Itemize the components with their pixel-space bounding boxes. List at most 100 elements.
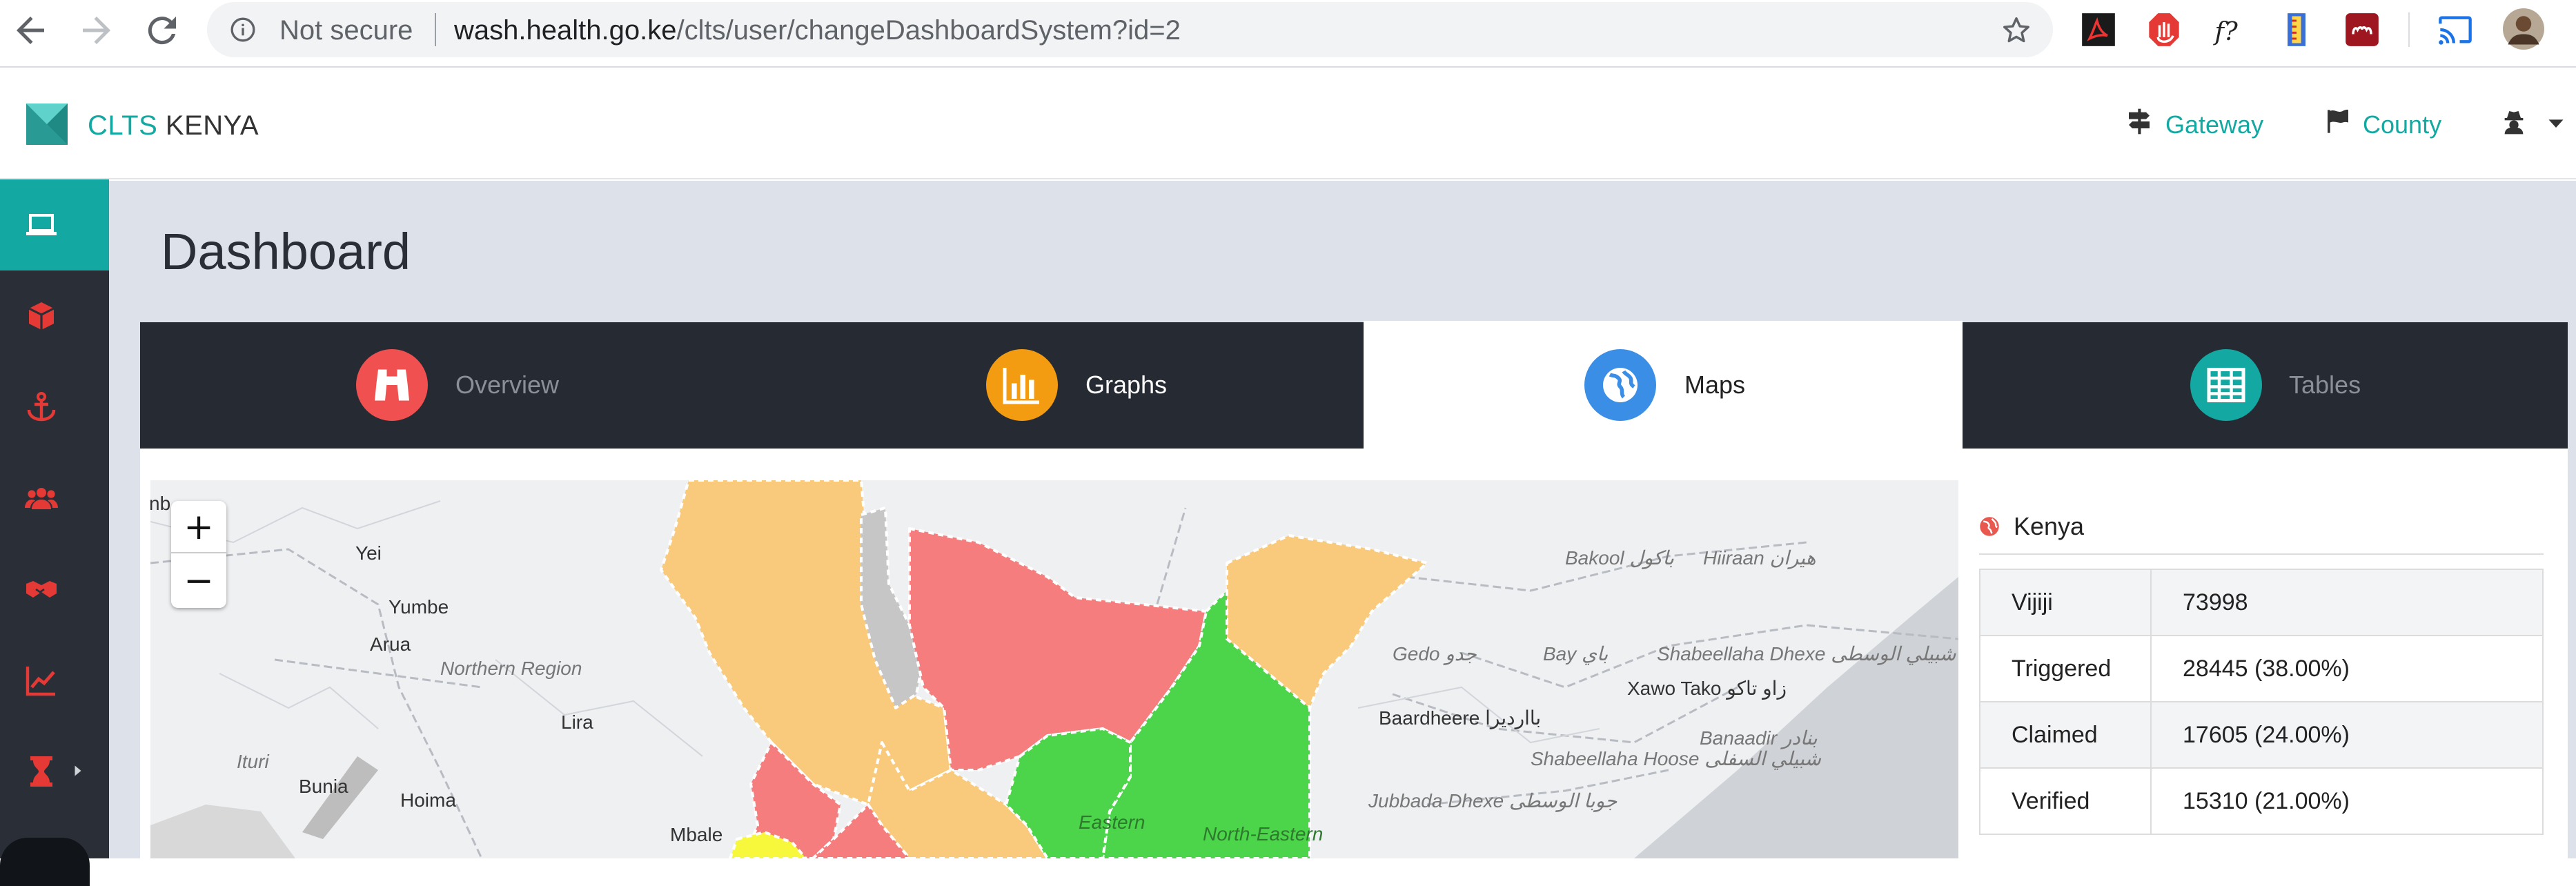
tab-maps[interactable]: Maps — [1364, 321, 1963, 449]
chevron-down-icon[interactable] — [2546, 113, 2566, 132]
map-label-edge: nb — [150, 493, 171, 514]
stat-key: Triggered — [1979, 635, 2152, 702]
url-text[interactable]: wash.health.go.ke/clts/user/changeDashbo… — [454, 15, 1181, 46]
map-label-baardheere: Baardheere باارديرا — [1379, 707, 1542, 729]
reload-icon[interactable] — [141, 10, 183, 51]
map-label-lira: Lira — [561, 711, 593, 733]
map-label-hiiraan: Hiiraan هيران — [1703, 547, 1816, 569]
laptop-icon — [26, 214, 57, 235]
brand-title[interactable]: CLTS KENYA — [88, 110, 259, 141]
tab-graphs-label: Graphs — [1085, 371, 1168, 399]
map-label-yei: Yei — [355, 542, 382, 564]
sidebar-item-reports[interactable] — [0, 635, 109, 726]
globe-icon — [1603, 368, 1638, 402]
sidebar-item-products[interactable] — [0, 270, 109, 362]
bar-chart-icon — [1003, 368, 1039, 404]
tab-overview-label: Overview — [455, 371, 560, 399]
svg-text:f?: f? — [2212, 17, 2238, 46]
map-label-banaadir: Banaadir بنادر — [1700, 727, 1818, 749]
users-icon — [25, 488, 58, 509]
user-secret-icon[interactable] — [2500, 108, 2528, 135]
sidebar-item-users[interactable] — [0, 453, 109, 544]
app-navbar: CLTS KENYA Gateway County — [0, 69, 2576, 179]
sidebar-item-partners[interactable] — [0, 544, 109, 635]
stat-key: Verified — [1979, 767, 2152, 835]
map-label-ituri: Ituri — [237, 751, 269, 772]
map-label-north-eastern: North-Eastern — [1203, 823, 1324, 845]
binoculars-icon — [375, 369, 409, 401]
cast-icon[interactable] — [2437, 12, 2473, 48]
stats-table: Vijiji 73998 Triggered 28445 (38.00%) Cl… — [1979, 569, 2544, 835]
gateway-link[interactable]: Gateway — [2165, 110, 2263, 139]
zoom-in-button[interactable]: + — [171, 501, 226, 553]
choropleth-map[interactable]: + − nb Yei Yumbe Arua Northern Region Li… — [150, 480, 1958, 858]
map-label-hoima: Hoima — [400, 789, 456, 811]
stat-value: 17605 (24.00%) — [2150, 701, 2544, 769]
clts-logo-icon[interactable] — [26, 104, 68, 145]
handshake-icon — [26, 581, 57, 598]
zoom-control: + − — [171, 501, 226, 608]
page-title: Dashboard — [161, 223, 411, 280]
sidebar — [0, 179, 109, 886]
table-row: Claimed 17605 (24.00%) — [1979, 701, 2544, 769]
back-icon[interactable] — [10, 10, 51, 51]
table-row: Triggered 28445 (38.00%) — [1979, 635, 2544, 702]
sidebar-footer — [0, 838, 90, 886]
pdf-icon[interactable] — [2081, 12, 2116, 48]
map-label-shabeellaha-dhexe: Shabeellaha Dhexe شبيلي الوسطى — [1657, 643, 1956, 664]
table-icon — [2207, 368, 2245, 402]
forward-icon[interactable] — [76, 10, 117, 51]
mendeley-icon[interactable] — [2344, 12, 2380, 48]
globe-icon — [1980, 517, 1999, 536]
tab-overview[interactable]: Overview — [140, 322, 747, 449]
map-label-mbale: Mbale — [670, 824, 723, 845]
security-label[interactable]: Not secure — [279, 15, 413, 46]
tab-maps-label: Maps — [1684, 371, 1746, 399]
browser-toolbar: Not secure wash.health.go.ke/clts/user/c… — [0, 0, 2576, 68]
font-finder-icon[interactable]: f? — [2212, 12, 2248, 48]
line-chart-icon — [26, 667, 55, 696]
adblock-icon[interactable] — [2146, 12, 2182, 48]
lake-shape — [150, 805, 295, 858]
sidebar-item-anchor[interactable] — [0, 362, 109, 453]
cube-icon — [28, 302, 55, 330]
map-label-shabeellaha-hoose: Shabeellaha Hoose شبيلي السفلى — [1531, 748, 1822, 769]
maps-tab-content: + − nb Yei Yumbe Arua Northern Region Li… — [140, 449, 2568, 858]
sidebar-item-history[interactable] — [0, 726, 109, 817]
sidebar-item-dashboard[interactable] — [0, 179, 109, 270]
map-label-xawo-tako: Xawo Tako زاو تاكو — [1627, 678, 1787, 699]
anchor-icon — [27, 392, 56, 422]
ruler-icon[interactable] — [2279, 12, 2314, 48]
tables-icon-circle — [2190, 349, 2262, 421]
flag-icon[interactable] — [2324, 108, 2352, 135]
map-label-arua: Arua — [370, 633, 411, 655]
tab-tables[interactable]: Tables — [1963, 322, 2568, 449]
signpost-icon[interactable] — [2125, 108, 2153, 135]
hourglass-icon — [30, 756, 52, 787]
brand-accent: CLTS — [88, 110, 158, 141]
address-bar[interactable]: Not secure wash.health.go.ke/clts/user/c… — [207, 2, 2053, 57]
map-label-jubbada-dhexe: Jubbada Dhexe جوبا الوسطى — [1368, 790, 1618, 811]
map-label-bunia: Bunia — [299, 776, 348, 797]
info-icon[interactable] — [229, 16, 257, 43]
bookmark-star-icon[interactable] — [2000, 14, 2032, 46]
maps-icon-circle — [1584, 349, 1656, 421]
map-label-yumbe: Yumbe — [389, 596, 449, 618]
map-label-northern-region: Northern Region — [440, 658, 582, 679]
url-path: /clts/user/changeDashboardSystem?id=2 — [676, 15, 1181, 46]
stat-value: 73998 — [2150, 569, 2544, 636]
caret-right-icon — [75, 765, 81, 776]
zoom-out-button[interactable]: − — [171, 555, 226, 607]
profile-avatar[interactable] — [2503, 8, 2544, 50]
tab-graphs[interactable]: Graphs — [747, 322, 1364, 449]
county-link[interactable]: County — [2363, 110, 2441, 139]
table-row: Vijiji 73998 — [1979, 569, 2544, 636]
lake-albert-shape — [302, 756, 378, 839]
stat-key: Vijiji — [1979, 569, 2152, 636]
map-label-bay: Bay باي — [1543, 643, 1609, 664]
map-label-eastern: Eastern — [1079, 811, 1146, 833]
panel-title: Kenya — [2014, 512, 2085, 540]
url-host: wash.health.go.ke — [454, 15, 677, 46]
table-row: Verified 15310 (21.00%) — [1979, 767, 2544, 835]
stat-value: 15310 (21.00%) — [2150, 767, 2544, 835]
